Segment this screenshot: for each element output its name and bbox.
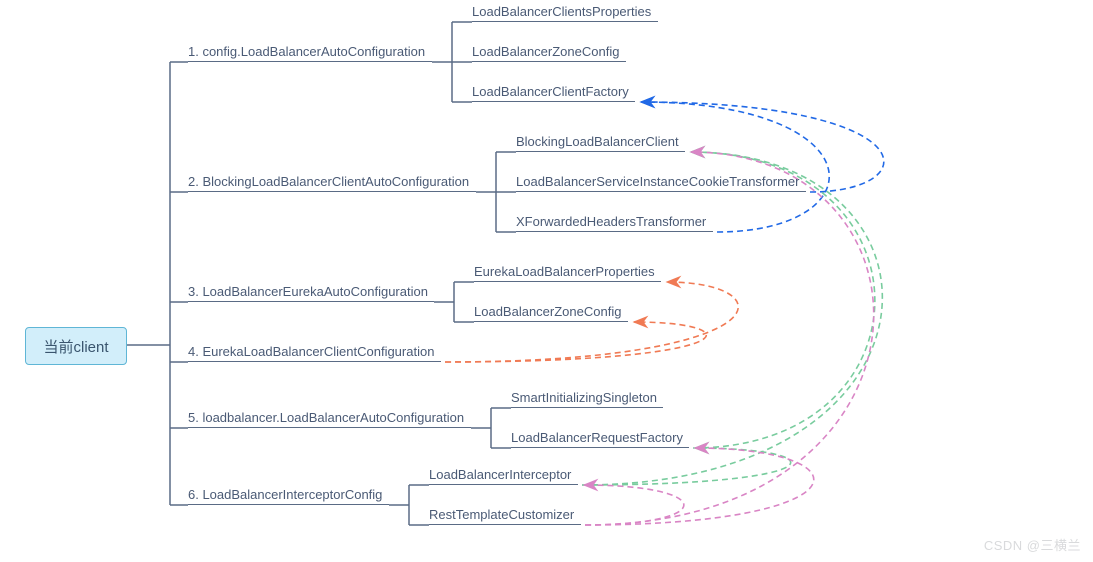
child-label: SmartInitializingSingleton [511,390,663,408]
child-label: LoadBalancerZoneConfig [474,304,628,322]
child-label: LoadBalancerClientFactory [472,84,635,102]
group-label: 4. EurekaLoadBalancerClientConfiguration [188,344,441,362]
dependency-arrow [584,485,684,525]
dependency-arrow [445,322,706,362]
group-label: 2. BlockingLoadBalancerClientAutoConfigu… [188,174,476,192]
child-label: LoadBalancerInterceptor [429,467,578,485]
group-label: 6. LoadBalancerInterceptorConfig [188,487,389,505]
dependency-arrow [585,152,874,525]
child-label: XForwardedHeadersTransformer [516,214,713,232]
child-label: LoadBalancerRequestFactory [511,430,689,448]
root-node: 当前client [25,327,127,365]
child-label: LoadBalancerClientsProperties [472,4,658,22]
child-label: LoadBalancerZoneConfig [472,44,626,62]
dependency-arrow [691,152,875,448]
watermark: CSDN @三横兰 [984,535,1081,554]
dependency-arrow [445,282,738,362]
group-label: 3. LoadBalancerEurekaAutoConfiguration [188,284,434,302]
child-label: EurekaLoadBalancerProperties [474,264,661,282]
root-label: 当前client [43,336,108,357]
group-label: 1. config.LoadBalancerAutoConfiguration [188,44,432,62]
dependency-arrow [641,102,829,232]
child-label: RestTemplateCustomizer [429,507,581,525]
child-label: LoadBalancerServiceInstanceCookieTransfo… [516,174,806,192]
group-label: 5. loadbalancer.LoadBalancerAutoConfigur… [188,410,471,428]
child-label: BlockingLoadBalancerClient [516,134,685,152]
